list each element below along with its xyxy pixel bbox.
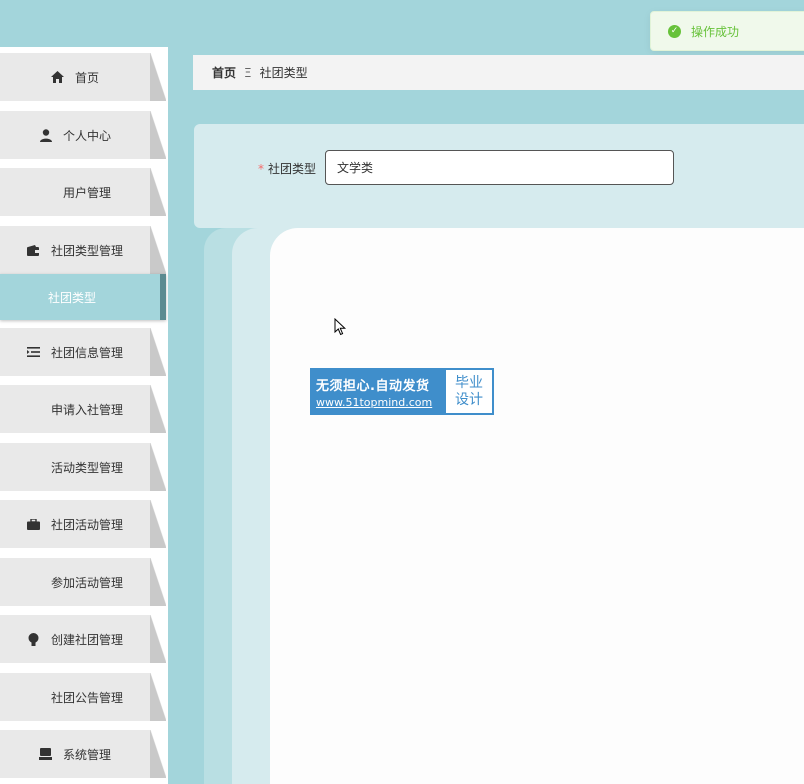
sidebar-item-label: 活动类型管理 (50, 460, 123, 475)
sidebar-item-label: 社团类型 (48, 290, 97, 305)
sidebar-item-label: 申请入社管理 (50, 402, 123, 417)
sidebar-item-club-notice-management[interactable]: 社团公告管理 (0, 673, 166, 721)
club-type-label: * 社团类型 (258, 162, 317, 176)
breadcrumb-current: 社团类型 (259, 66, 308, 80)
breadcrumb-separator: Ξ (244, 65, 252, 80)
check-circle-icon: ✓ (668, 24, 681, 38)
breadcrumb: 首页 Ξ 社团类型 (193, 55, 804, 90)
grid-icon (27, 460, 41, 474)
required-mark: * (258, 162, 264, 176)
sidebar-item-label: 个人中心 (62, 128, 111, 143)
grid-icon (27, 402, 41, 416)
toast-message: 操作成功 (691, 24, 740, 39)
sidebar-subitem-club-type[interactable]: 社团类型 (0, 274, 166, 320)
ad-url: www.51topmind.com (316, 395, 433, 409)
sidebar-item-club-type-management[interactable]: 社团类型管理 (0, 226, 166, 274)
ad-right-line-2: 设计 (455, 391, 483, 408)
sidebar-item-activity-type-management[interactable]: 活动类型管理 (0, 443, 166, 491)
wallet-icon (27, 243, 41, 257)
bulb-icon (27, 632, 41, 646)
grid-icon (27, 575, 41, 589)
sidebar-item-club-info-management[interactable]: 社团信息管理 (0, 328, 166, 376)
success-toast: ✓ 操作成功 (650, 11, 804, 51)
club-type-input[interactable] (325, 150, 674, 185)
sidebar-item-system-management[interactable]: 系统管理 (0, 730, 166, 778)
sidebar-item-label: 首页 (74, 70, 99, 85)
sidebar: 首页 个人中心 用户管理 社团类型管理 社团类型 社团信息管理 申请入社管理 活… (0, 47, 168, 784)
grid-icon (27, 690, 41, 704)
user-icon (39, 128, 53, 142)
sidebar-item-join-application-management[interactable]: 申请入社管理 (0, 385, 166, 433)
sidebar-item-join-activity-management[interactable]: 参加活动管理 (0, 558, 166, 606)
sidebar-item-label: 参加活动管理 (50, 575, 123, 590)
sidebar-item-user-management[interactable]: 用户管理 (0, 168, 166, 216)
ad-right-line-1: 毕业 (455, 374, 483, 391)
home-icon (51, 70, 65, 84)
sidebar-item-club-activity-management[interactable]: 社团活动管理 (0, 500, 166, 548)
sidebar-item-label: 系统管理 (62, 747, 111, 762)
sidebar-item-create-club-management[interactable]: 创建社团管理 (0, 615, 166, 663)
breadcrumb-home[interactable]: 首页 (212, 64, 236, 81)
list-icon (27, 345, 41, 359)
briefcase-icon (27, 517, 41, 531)
content-card (270, 228, 804, 784)
sidebar-item-home[interactable]: 首页 (0, 53, 166, 101)
sidebar-item-label: 社团活动管理 (50, 517, 123, 532)
watermark-ad: 无须担心.自动发货 www.51topmind.com 毕业 设计 (310, 368, 494, 415)
ad-line-1: 无须担心.自动发货 (316, 378, 430, 394)
sidebar-item-label: 创建社团管理 (50, 632, 123, 647)
mouse-cursor-icon (334, 318, 347, 336)
sidebar-item-label: 社团公告管理 (50, 690, 123, 705)
sidebar-item-personal-center[interactable]: 个人中心 (0, 111, 166, 159)
sidebar-item-label: 用户管理 (62, 185, 111, 200)
sidebar-item-label: 社团信息管理 (50, 345, 123, 360)
monitor-icon (39, 747, 53, 761)
sidebar-item-label: 社团类型管理 (50, 243, 123, 258)
grid-icon (39, 185, 53, 199)
